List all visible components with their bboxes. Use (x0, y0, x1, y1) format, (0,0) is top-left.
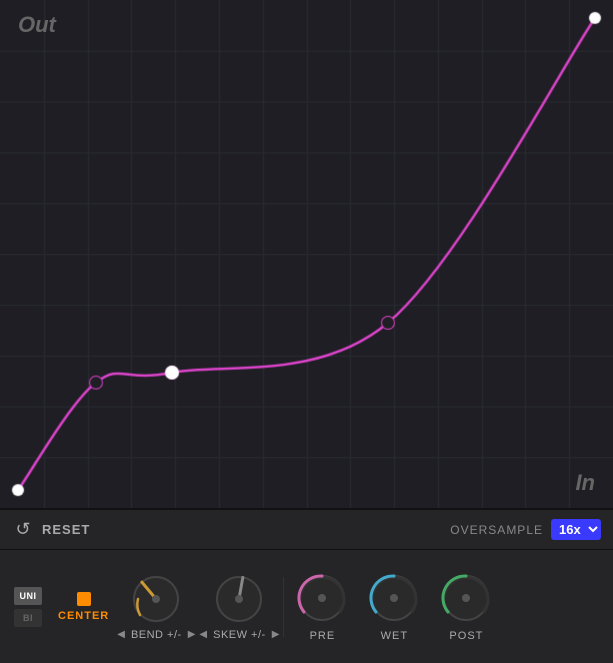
bend-left-arrow[interactable]: ◀ (115, 629, 127, 640)
skew-right-arrow[interactable]: ▶ (270, 629, 282, 640)
center-section: CENTER (52, 592, 115, 622)
oversample-label: OVERSAMPLE (450, 523, 543, 537)
bend-group: ◀ BEND +/- ▶ (115, 573, 197, 641)
graph-area[interactable]: Out In (0, 0, 613, 510)
skew-left-arrow[interactable]: ◀ (197, 629, 209, 640)
reset-button[interactable]: RESET (42, 522, 90, 537)
skew-knob[interactable] (213, 573, 265, 625)
in-label: In (575, 470, 595, 496)
bend-right-arrow[interactable]: ▶ (186, 629, 198, 640)
wet-knob-container: WET (358, 572, 430, 642)
uni-button[interactable]: UNI (14, 587, 42, 605)
bottom-bar: UNI BI CENTER ◀ BEND +/- ▶ (0, 550, 613, 663)
oversample-area: OVERSAMPLE 1x 2x 4x 8x 16x (450, 519, 601, 540)
bend-label: BEND +/- (131, 629, 182, 641)
out-label: Out (18, 12, 56, 38)
bi-button[interactable]: BI (14, 609, 42, 627)
pre-label: PRE (310, 630, 336, 642)
controls-bar: ↺ RESET OVERSAMPLE 1x 2x 4x 8x 16x (0, 510, 613, 550)
bottom-knobs-row: UNI BI CENTER ◀ BEND +/- ▶ (0, 550, 613, 663)
grid-canvas (0, 0, 613, 508)
oversample-select[interactable]: 1x 2x 4x 8x 16x (551, 519, 601, 540)
post-label: POST (449, 630, 483, 642)
skew-label: SKEW +/- (213, 629, 266, 641)
center-dot[interactable] (77, 592, 91, 606)
uni-bi-section: UNI BI (4, 587, 52, 627)
center-label[interactable]: CENTER (58, 610, 109, 622)
bend-knob[interactable] (130, 573, 182, 625)
skew-arrow-row: ◀ SKEW +/- ▶ (197, 629, 281, 641)
post-knob[interactable] (440, 572, 492, 624)
wet-knob[interactable] (368, 572, 420, 624)
bend-arrow-row: ◀ BEND +/- ▶ (115, 629, 197, 641)
pre-knob[interactable] (296, 572, 348, 624)
post-knob-container: POST (430, 572, 502, 642)
skew-group: ◀ SKEW +/- ▶ (197, 573, 281, 641)
wet-label: WET (381, 630, 408, 642)
pre-knob-container: PRE (286, 572, 358, 642)
separator (283, 577, 284, 637)
reset-icon[interactable]: ↺ (12, 519, 34, 541)
